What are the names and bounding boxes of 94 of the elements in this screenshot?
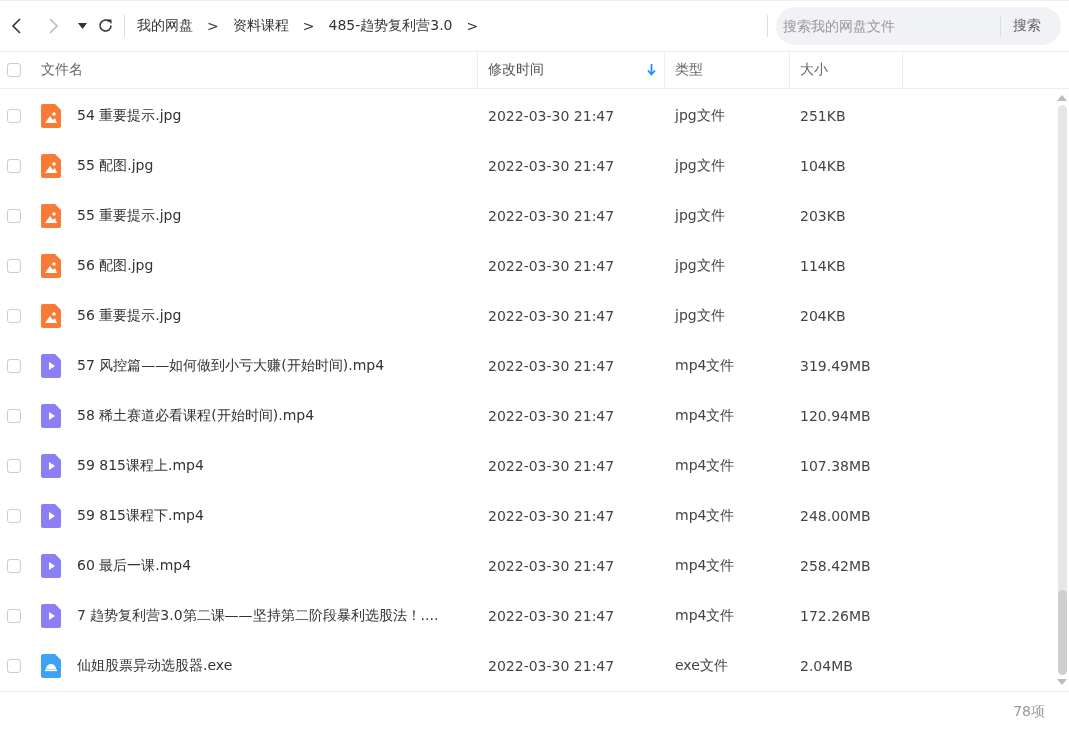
row-checkbox[interactable] — [7, 659, 21, 674]
image-file-icon — [41, 154, 61, 179]
file-size: 251KB — [800, 108, 846, 125]
modified-time: 2022-03-30 21:47 — [488, 108, 615, 125]
image-file-icon — [41, 254, 61, 279]
file-size: 2.04MB — [800, 658, 853, 675]
row-checkbox[interactable] — [7, 509, 21, 524]
file-name[interactable]: 59 815课程下.mp4 — [77, 507, 204, 526]
file-type: jpg文件 — [675, 307, 725, 324]
file-name[interactable]: 56 重要提示.jpg — [77, 307, 182, 326]
video-file-icon — [41, 554, 61, 579]
modified-time: 2022-03-30 21:47 — [488, 358, 615, 375]
modified-time: 2022-03-30 21:47 — [488, 308, 615, 325]
breadcrumb-link[interactable]: 资料课程 — [232, 16, 289, 35]
file-size: 258.42MB — [800, 558, 871, 575]
modified-time: 2022-03-30 21:47 — [488, 208, 615, 225]
modified-time: 2022-03-30 21:47 — [488, 508, 615, 525]
video-file-icon — [41, 404, 61, 429]
application-file-icon — [41, 654, 61, 679]
file-size: 120.94MB — [800, 408, 871, 425]
file-name[interactable]: 7 趋势复利营3.0第二课——坚持第二阶段暴利选股法！.... — [77, 607, 439, 626]
forward-icon[interactable] — [48, 16, 60, 35]
file-size: 248.00MB — [800, 508, 871, 525]
file-type: mp4文件 — [675, 407, 735, 424]
scroll-up-arrow-icon[interactable] — [1057, 95, 1067, 102]
file-type: mp4文件 — [675, 557, 735, 574]
modified-time: 2022-03-30 21:47 — [488, 458, 615, 475]
row-checkbox[interactable] — [7, 609, 21, 624]
file-name[interactable]: 54 重要提示.jpg — [77, 107, 182, 126]
file-type: jpg文件 — [675, 157, 725, 174]
row-checkbox[interactable] — [7, 159, 21, 174]
file-type: jpg文件 — [675, 257, 725, 274]
file-size: 114KB — [800, 258, 846, 275]
row-checkbox[interactable] — [7, 409, 21, 424]
column-header[interactable]: 类型 — [675, 60, 789, 79]
scroll-down-arrow-icon[interactable] — [1057, 679, 1067, 686]
video-file-icon — [41, 354, 61, 379]
column-header[interactable]: 大小 — [800, 60, 902, 79]
dropdown-caret-icon[interactable] — [78, 22, 87, 29]
modified-time: 2022-03-30 21:47 — [488, 258, 615, 275]
breadcrumb-link[interactable]: 我的网盘 — [137, 16, 193, 35]
file-type: jpg文件 — [675, 207, 725, 224]
file-name[interactable]: 56 配图.jpg — [77, 257, 154, 276]
file-type: mp4文件 — [675, 357, 735, 374]
file-size: 172.26MB — [800, 608, 871, 625]
row-checkbox[interactable] — [7, 459, 21, 474]
refresh-icon[interactable] — [97, 17, 114, 35]
sort-down-arrow-icon[interactable] — [647, 63, 656, 76]
search-button[interactable]: 搜索 — [1001, 16, 1061, 35]
image-file-icon — [41, 204, 61, 229]
item-count: 78项 — [1013, 703, 1045, 722]
file-type: mp4文件 — [675, 607, 735, 624]
file-name[interactable]: 55 重要提示.jpg — [77, 207, 182, 226]
file-size: 204KB — [800, 308, 846, 325]
search-field[interactable]: 搜索我的网盘文件 搜索 — [776, 6, 1061, 45]
back-icon[interactable] — [10, 16, 22, 35]
file-type: exe文件 — [675, 657, 728, 674]
file-name[interactable]: 57 风控篇——如何做到小亏大赚(开始时间).mp4 — [77, 357, 385, 376]
row-checkbox[interactable] — [7, 109, 21, 124]
breadcrumb-link[interactable]: 485-趋势复利营3.0 — [328, 16, 453, 35]
file-type: jpg文件 — [675, 107, 725, 124]
breadcrumb-separator: > — [207, 17, 219, 34]
video-file-icon — [41, 604, 61, 629]
modified-time: 2022-03-30 21:47 — [488, 658, 615, 675]
row-checkbox[interactable] — [7, 209, 21, 224]
breadcrumb-separator: > — [302, 17, 315, 34]
column-header[interactable]: 修改时间 — [488, 60, 647, 79]
file-name[interactable]: 60 最后一课.mp4 — [77, 557, 192, 576]
row-checkbox[interactable] — [7, 309, 21, 324]
image-file-icon — [41, 104, 61, 129]
modified-time: 2022-03-30 21:47 — [488, 558, 615, 575]
file-name[interactable]: 仙姐股票异动选股器.exe — [77, 657, 233, 676]
file-name[interactable]: 59 815课程上.mp4 — [77, 457, 204, 476]
modified-time: 2022-03-30 21:47 — [488, 408, 615, 425]
scrollbar-thumb[interactable] — [1057, 590, 1067, 676]
file-size: 107.38MB — [800, 458, 871, 475]
file-size: 203KB — [800, 208, 846, 225]
modified-time: 2022-03-30 21:47 — [488, 158, 615, 175]
row-checkbox[interactable] — [7, 259, 21, 274]
breadcrumb-separator: > — [466, 17, 479, 34]
video-file-icon — [41, 504, 61, 529]
file-type: mp4文件 — [675, 507, 735, 524]
file-name[interactable]: 55 配图.jpg — [77, 157, 154, 176]
column-header[interactable]: 文件名 — [41, 60, 477, 79]
file-name[interactable]: 58 稀土赛道必看课程(开始时间).mp4 — [77, 407, 315, 426]
image-file-icon — [41, 304, 61, 329]
file-size: 319.49MB — [800, 358, 871, 375]
row-checkbox[interactable] — [7, 559, 21, 574]
file-size: 104KB — [800, 158, 846, 175]
row-checkbox[interactable] — [7, 359, 21, 374]
modified-time: 2022-03-30 21:47 — [488, 608, 615, 625]
file-type: mp4文件 — [675, 457, 735, 474]
video-file-icon — [41, 454, 61, 479]
select-all-checkbox[interactable] — [7, 62, 21, 77]
